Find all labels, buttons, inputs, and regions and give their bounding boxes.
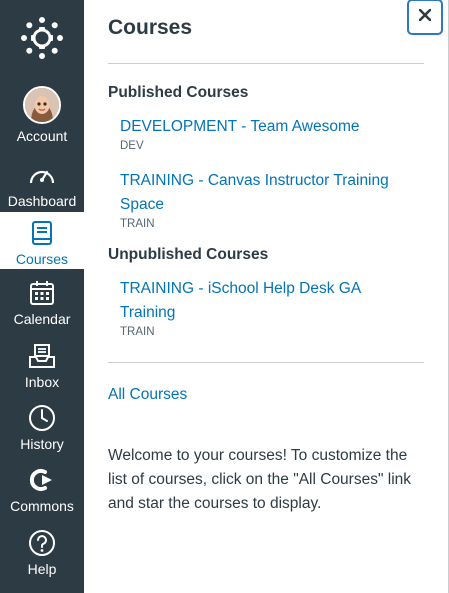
course-item: TRAINING - iSchool Help Desk GA Training… — [120, 277, 395, 338]
nav-commons[interactable]: Commons — [0, 465, 84, 514]
all-courses-link[interactable]: All Courses — [108, 386, 187, 404]
nav-label-account: Account — [16, 128, 68, 144]
tray-title: Courses — [108, 16, 193, 39]
nav-history[interactable]: History — [0, 403, 84, 452]
nav-label-courses: Courses — [15, 251, 69, 267]
nav-label-inbox: Inbox — [24, 374, 60, 390]
nav-inbox[interactable]: Inbox — [0, 341, 84, 390]
course-code: TRAIN — [120, 218, 155, 230]
divider — [108, 362, 424, 363]
course-code: DEV — [120, 140, 144, 152]
course-item: TRAINING - Canvas Instructor Training Sp… — [120, 169, 420, 230]
course-link[interactable]: TRAINING - Canvas Instructor Training Sp… — [120, 169, 420, 217]
clock-icon — [27, 403, 57, 433]
nav-label-commons: Commons — [10, 498, 74, 514]
course-link[interactable]: DEVELOPMENT - Team Awesome — [120, 115, 410, 139]
nav-dashboard[interactable]: Dashboard — [0, 160, 84, 209]
global-nav: Account Dashboard Courses Calendar Inbox… — [0, 0, 84, 593]
unpublished-courses-heading: Unpublished Courses — [108, 246, 269, 263]
divider — [108, 63, 424, 64]
nav-label-help: Help — [27, 561, 57, 577]
avatar — [23, 86, 61, 124]
course-link[interactable]: TRAINING - iSchool Help Desk GA Training — [120, 277, 395, 325]
published-courses-heading: Published Courses — [108, 84, 249, 101]
nav-help[interactable]: Help — [0, 528, 84, 577]
help-icon — [27, 528, 57, 558]
nav-label-dashboard: Dashboard — [7, 193, 77, 209]
nav-label-calendar: Calendar — [13, 311, 71, 327]
speedometer-icon — [27, 160, 57, 190]
close-icon — [418, 8, 432, 26]
calendar-icon — [27, 278, 57, 308]
nav-account[interactable]: Account — [0, 86, 84, 144]
courses-tray: Courses Published Courses DEVELOPMENT - … — [84, 0, 449, 593]
close-button[interactable] — [407, 0, 443, 35]
nav-courses[interactable]: Courses — [0, 212, 84, 269]
inbox-icon — [27, 341, 57, 371]
canvas-logo-icon[interactable] — [0, 0, 84, 76]
nav-label-history: History — [20, 436, 64, 452]
course-code: TRAIN — [120, 326, 155, 338]
course-item: DEVELOPMENT - Team Awesome DEV — [120, 115, 410, 152]
welcome-message: Welcome to your courses! To customize th… — [108, 447, 412, 512]
nav-calendar[interactable]: Calendar — [0, 278, 84, 327]
commons-icon — [27, 465, 57, 495]
book-icon — [27, 218, 57, 248]
